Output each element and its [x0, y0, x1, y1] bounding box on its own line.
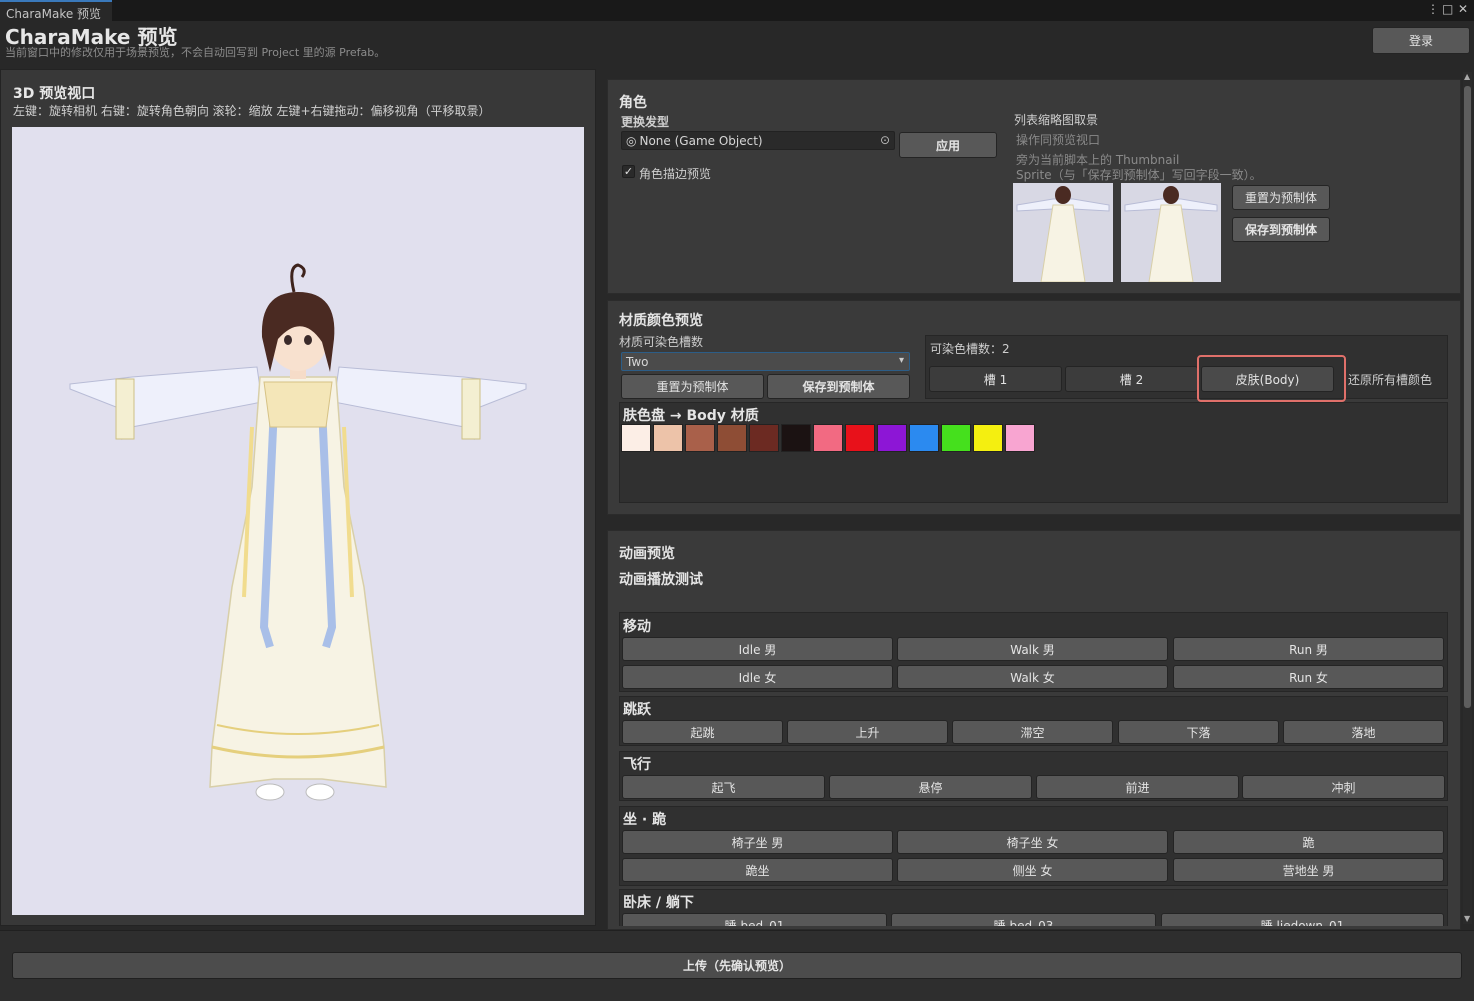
thumb-desc-3: Sprite（与「保存到预制体」写回字段一致）。	[1016, 168, 1262, 182]
thumbnail-preview-2[interactable]	[1121, 183, 1221, 282]
thumb-desc-1: 操作同预览视口	[1016, 133, 1101, 147]
scrollbar-thumb[interactable]	[1464, 86, 1471, 708]
anim-group-title-move: 移动	[623, 619, 651, 635]
anim-button-hover[interactable]: 悬停	[829, 775, 1032, 799]
color-swatch[interactable]	[653, 424, 683, 452]
anim-button-dash[interactable]: 冲刺	[1242, 775, 1445, 799]
anim-group-title-lie: 卧床 / 躺下	[623, 895, 694, 911]
close-icon[interactable]: ✕	[1458, 2, 1468, 16]
animation-title: 动画预览	[619, 546, 675, 562]
anim-button-run-male[interactable]: Run 男	[1173, 637, 1444, 661]
hair-label: 更换发型	[621, 115, 670, 129]
scroll-down-icon[interactable]: ▼	[1464, 914, 1470, 923]
anim-button-camp-sit-male[interactable]: 营地坐 男	[1173, 858, 1444, 882]
color-swatch[interactable]	[717, 424, 747, 452]
hair-object-field[interactable]: ◎ None (Game Object)	[621, 131, 895, 150]
anim-button-takeoff[interactable]: 起飞	[622, 775, 825, 799]
anim-button-idle-male[interactable]: Idle 男	[622, 637, 893, 661]
anim-button-kneel-sit[interactable]: 跪坐	[622, 858, 893, 882]
anim-button-walk-male[interactable]: Walk 男	[897, 637, 1168, 661]
menu-icon[interactable]: ⋮	[1427, 2, 1439, 16]
thumbnail-character-icon	[1016, 186, 1110, 282]
color-swatch[interactable]	[973, 424, 1003, 452]
maximize-icon[interactable]: □	[1442, 2, 1453, 16]
3d-viewport[interactable]	[12, 127, 584, 915]
thumb-save-prefab-button[interactable]: 保存到预制体	[1232, 217, 1330, 242]
color-swatch[interactable]	[845, 424, 875, 452]
restore-all-colors-button[interactable]: 还原所有槽颜色	[1348, 371, 1432, 388]
anim-button-jump-rise[interactable]: 上升	[787, 720, 948, 744]
anim-button-walk-female[interactable]: Walk 女	[897, 665, 1168, 689]
anim-button-run-female[interactable]: Run 女	[1173, 665, 1444, 689]
anim-button-chair-sit-female[interactable]: 椅子坐 女	[897, 830, 1168, 854]
thumbnail-preview-1[interactable]	[1013, 183, 1113, 282]
palette-title: 肤色盘 → Body 材质	[623, 408, 759, 424]
slot-tab-1[interactable]: 槽 1	[929, 366, 1062, 392]
anim-button-side-sit-female[interactable]: 侧坐 女	[897, 858, 1168, 882]
slot-count-dropdown[interactable]: Two ▾	[621, 352, 910, 371]
thumb-title: 列表缩略图取景	[1014, 113, 1099, 127]
anim-button-bed-01[interactable]: 睡 bed_01	[622, 913, 887, 926]
thumb-reset-prefab-button[interactable]: 重置为预制体	[1232, 185, 1330, 210]
character-title: 角色	[619, 95, 647, 111]
anim-button-forward[interactable]: 前进	[1036, 775, 1239, 799]
anim-group-title-sit: 坐 · 跪	[623, 812, 667, 828]
login-button[interactable]: 登录	[1372, 27, 1470, 54]
anim-button-jump-hang[interactable]: 滞空	[952, 720, 1113, 744]
anim-button-liedown-01[interactable]: 睡 liedown_01	[1161, 913, 1444, 926]
character-model-image	[69, 263, 527, 801]
page-subtitle: 当前窗口中的修改仅用于场景预览，不会自动回写到 Project 里的源 Pref…	[5, 46, 386, 59]
game-object-icon: ◎	[626, 133, 637, 148]
slot-tab-body[interactable]: 皮肤(Body)	[1201, 366, 1334, 392]
animation-subtitle: 动画播放测试	[619, 572, 703, 588]
material-save-button[interactable]: 保存到预制体	[767, 374, 910, 399]
anim-button-bed-03[interactable]: 睡 bed_03	[891, 913, 1156, 926]
anim-button-jump-land[interactable]: 落地	[1283, 720, 1444, 744]
thumbnail-character-icon	[1124, 186, 1218, 282]
outline-label: 角色描边预览	[639, 167, 712, 181]
anim-button-jump-start[interactable]: 起跳	[622, 720, 783, 744]
material-reset-button[interactable]: 重置为预制体	[621, 374, 764, 399]
anim-button-idle-female[interactable]: Idle 女	[622, 665, 893, 689]
object-picker-icon[interactable]: ⊙	[880, 133, 890, 147]
color-swatch[interactable]	[877, 424, 907, 452]
color-swatch[interactable]	[941, 424, 971, 452]
color-swatch[interactable]	[685, 424, 715, 452]
anim-group-lie-clip: 卧床 / 躺下 睡 bed_01 睡 bed_03 睡 liedown_01	[619, 889, 1448, 926]
chevron-down-icon: ▾	[898, 355, 904, 366]
anim-group-title-jump: 跳跃	[623, 702, 651, 718]
dyeable-count-label: 可染色槽数：2	[930, 342, 1010, 356]
color-swatch[interactable]	[621, 424, 651, 452]
color-swatch[interactable]	[749, 424, 779, 452]
anim-group-title-fly: 飞行	[623, 757, 651, 773]
anim-button-kneel[interactable]: 跪	[1173, 830, 1444, 854]
slot-count-label: 材质可染色槽数	[619, 335, 704, 349]
apply-hair-button[interactable]: 应用	[899, 132, 997, 158]
color-swatch[interactable]	[813, 424, 843, 452]
hair-object-value: None (Game Object)	[639, 133, 763, 148]
window-tab[interactable]: CharaMake 预览	[0, 0, 112, 21]
scroll-up-icon[interactable]: ▲	[1464, 72, 1470, 81]
anim-button-jump-fall[interactable]: 下落	[1118, 720, 1279, 744]
upload-button[interactable]: 上传（先确认预览）	[12, 952, 1462, 979]
viewport-title: 3D 预览视口	[13, 86, 96, 102]
anim-button-chair-sit-male[interactable]: 椅子坐 男	[622, 830, 893, 854]
color-swatch[interactable]	[909, 424, 939, 452]
slot-count-value: Two	[626, 354, 649, 369]
material-title: 材质颜色预览	[619, 313, 703, 329]
slot-tab-2[interactable]: 槽 2	[1065, 366, 1198, 392]
window-tab-bar	[0, 0, 1474, 21]
viewport-hint: 左键：旋转相机 右键：旋转角色朝向 滚轮：缩放 左键+右键拖动：偏移视角（平移取…	[13, 104, 491, 118]
color-swatch[interactable]	[781, 424, 811, 452]
color-swatch[interactable]	[1005, 424, 1035, 452]
outline-checkbox[interactable]: ✓	[622, 165, 635, 178]
